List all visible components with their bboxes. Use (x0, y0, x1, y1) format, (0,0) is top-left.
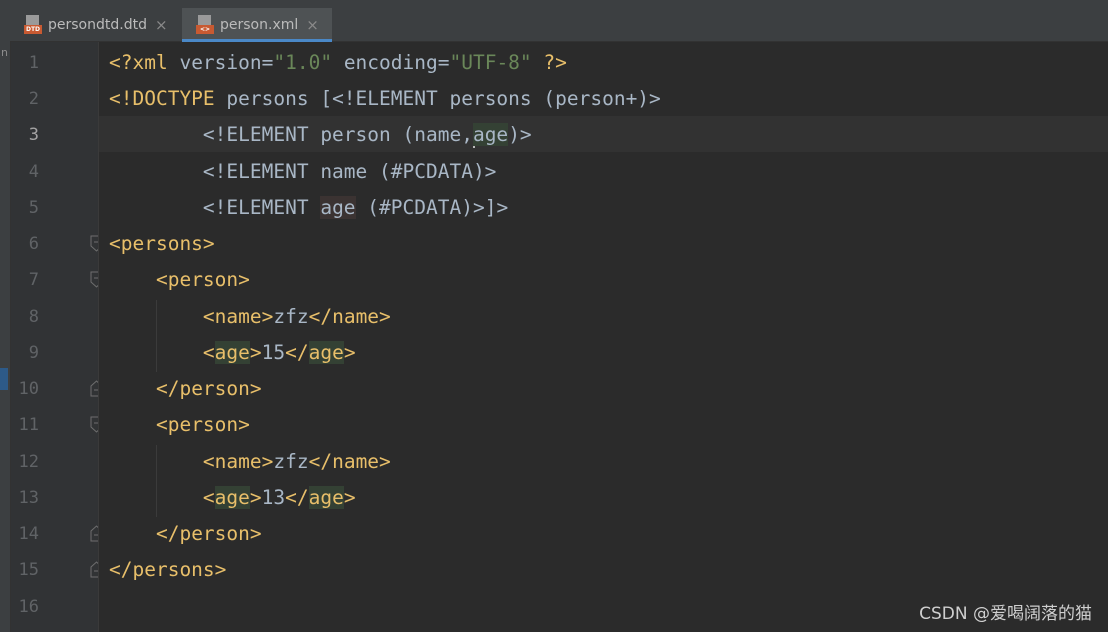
code-line-11: <person> (155, 413, 250, 436)
line-number-current: 3 (28, 125, 39, 145)
code-line-15: </persons> (109, 558, 227, 581)
code-line-10: </person> (155, 377, 262, 400)
line-number: 12 (18, 452, 39, 472)
tab-label: persondtd.dtd (48, 17, 147, 33)
code-line-13: <age>13</age> (202, 486, 356, 509)
code-line-1: <?xml version="1.0" encoding="UTF-8" ?> (109, 51, 567, 74)
code-line-8: <name>zfz</name> (202, 305, 391, 328)
code-line-5: <!ELEMENT age (#PCDATA)>]> (202, 196, 509, 219)
tab-person-xml[interactable]: <> person.xml × (182, 8, 332, 42)
left-tool-strip: n (0, 0, 11, 632)
line-number: 11 (18, 415, 39, 435)
line-number: 1 (28, 53, 39, 73)
watermark: CSDN @爱喝阔落的猫 (919, 604, 1092, 624)
dtd-file-icon: DTD (24, 15, 42, 35)
line-number-gutter[interactable]: 1 2 3 4 5 6 7 8 9 10 11 12 13 14 15 16 (11, 42, 103, 632)
line-number: 2 (28, 89, 39, 109)
xml-file-icon: <> (196, 15, 214, 35)
line-number: 4 (28, 162, 39, 182)
code-line-3: <!ELEMENT person (name,age)> (202, 123, 532, 148)
code-line-6: <persons> (109, 232, 215, 255)
editor-tab-bar: DTD persondtd.dtd × <> person.xml × (10, 0, 1108, 42)
line-number: 5 (28, 198, 39, 218)
line-number: 15 (18, 560, 39, 580)
tab-persondtd-dtd[interactable]: DTD persondtd.dtd × (10, 8, 182, 42)
code-editor[interactable]: <?xml version="1.0" encoding="UTF-8" ?> … (98, 42, 1108, 632)
close-icon[interactable]: × (155, 16, 168, 34)
tool-strip-glyph: n (1, 46, 8, 59)
code-line-12: <name>zfz</name> (202, 450, 391, 473)
line-number: 16 (18, 597, 39, 617)
line-number: 9 (28, 343, 39, 363)
line-number: 10 (18, 379, 39, 399)
line-number: 7 (28, 270, 39, 290)
code-line-4: <!ELEMENT name (#PCDATA)> (202, 160, 497, 183)
line-number: 14 (18, 524, 39, 544)
ide-window: n DTD persondtd.dtd × <> person.xml × 1 … (0, 0, 1108, 632)
line-number: 6 (28, 234, 39, 254)
code-line-9: <age>15</age> (202, 341, 356, 364)
code-line-14: </person> (155, 522, 262, 545)
code-line-2: <!DOCTYPE persons [<!ELEMENT persons (pe… (109, 87, 661, 110)
line-number: 13 (18, 488, 39, 508)
close-icon[interactable]: × (306, 16, 319, 34)
line-number: 8 (28, 307, 39, 327)
tool-window-marker[interactable] (0, 368, 8, 390)
code-line-7: <person> (155, 268, 250, 291)
tab-label: person.xml (220, 17, 299, 33)
